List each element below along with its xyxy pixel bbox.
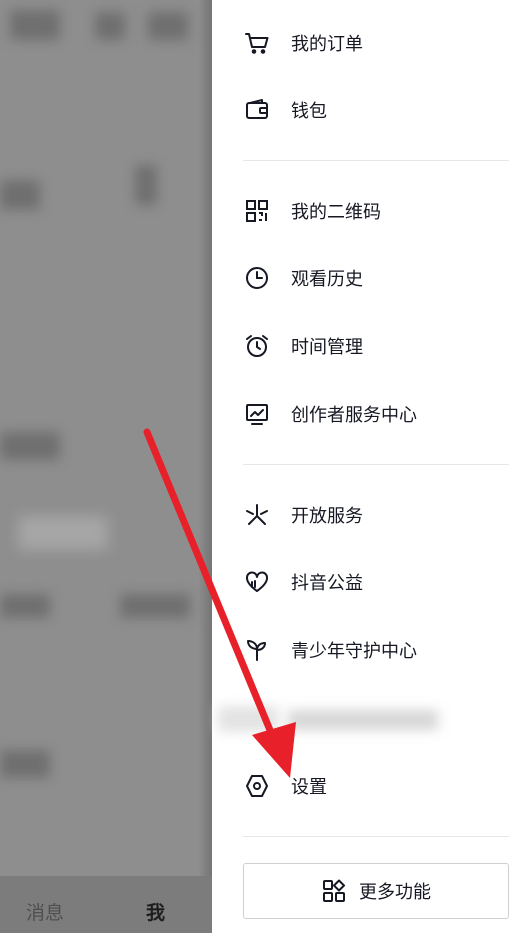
menu-item-time-management[interactable]: 时间管理 — [244, 326, 363, 366]
blurred-block — [120, 594, 190, 618]
blurred-profile-backdrop — [0, 0, 212, 933]
menu-divider — [243, 160, 509, 161]
alarm-clock-icon — [244, 333, 270, 359]
menu-item-settings[interactable]: 设置 — [244, 766, 327, 806]
sprout-icon — [244, 637, 270, 663]
menu-item-label: 时间管理 — [291, 337, 363, 358]
menu-item-label: 抖音公益 — [291, 573, 363, 594]
menu-item-label: 我的二维码 — [291, 202, 381, 223]
blurred-block — [10, 10, 60, 40]
menu-item-label: 钱包 — [291, 101, 327, 122]
menu-item-watch-history[interactable]: 观看历史 — [244, 258, 363, 298]
tab-me[interactable]: 我 — [146, 898, 165, 925]
redacted-block — [218, 706, 278, 732]
menu-item-creator-center[interactable]: 创作者服务中心 — [244, 394, 417, 434]
more-features-label: 更多功能 — [359, 882, 431, 903]
menu-item-label: 观看历史 — [291, 269, 363, 290]
redacted-menu-item — [218, 702, 446, 738]
menu-item-label: 青少年守护中心 — [291, 641, 417, 662]
cart-icon — [244, 30, 270, 56]
blurred-block — [18, 516, 108, 550]
side-drawer-menu: 我的订单 钱包 我的二维码 观看历史 时间管理 创作者服务中心 开放服务 抖音公… — [212, 0, 530, 933]
qr-code-icon — [244, 198, 270, 224]
menu-item-label: 创作者服务中心 — [291, 405, 417, 426]
more-features-button[interactable]: 更多功能 — [243, 863, 509, 919]
drawer-shadow — [198, 0, 212, 933]
menu-item-label: 开放服务 — [291, 506, 363, 527]
menu-item-douyin-charity[interactable]: 抖音公益 — [244, 562, 363, 602]
menu-item-my-qr-code[interactable]: 我的二维码 — [244, 191, 381, 231]
hexagon-settings-icon — [244, 773, 270, 799]
menu-item-youth-protection[interactable]: 青少年守护中心 — [244, 630, 417, 670]
blurred-block — [0, 750, 50, 778]
menu-item-open-services[interactable]: 开放服务 — [244, 495, 363, 535]
blurred-block — [135, 165, 157, 205]
creator-chart-icon — [244, 401, 270, 427]
blurred-block — [95, 12, 125, 40]
menu-divider — [243, 836, 509, 837]
redacted-block — [288, 710, 438, 730]
blurred-block — [0, 432, 60, 460]
blurred-block — [148, 12, 188, 40]
heart-hands-icon — [244, 569, 270, 595]
menu-item-wallet[interactable]: 钱包 — [244, 90, 327, 130]
clock-icon — [244, 265, 270, 291]
open-service-icon — [244, 502, 270, 528]
tab-messages[interactable]: 消息 — [26, 898, 64, 925]
menu-item-label: 我的订单 — [291, 34, 363, 55]
menu-item-my-orders[interactable]: 我的订单 — [244, 23, 363, 63]
blurred-block — [0, 180, 40, 210]
grid-apps-icon — [321, 878, 347, 904]
blurred-block — [0, 594, 50, 618]
wallet-icon — [244, 97, 270, 123]
menu-divider — [243, 464, 509, 465]
menu-item-label: 设置 — [291, 777, 327, 798]
